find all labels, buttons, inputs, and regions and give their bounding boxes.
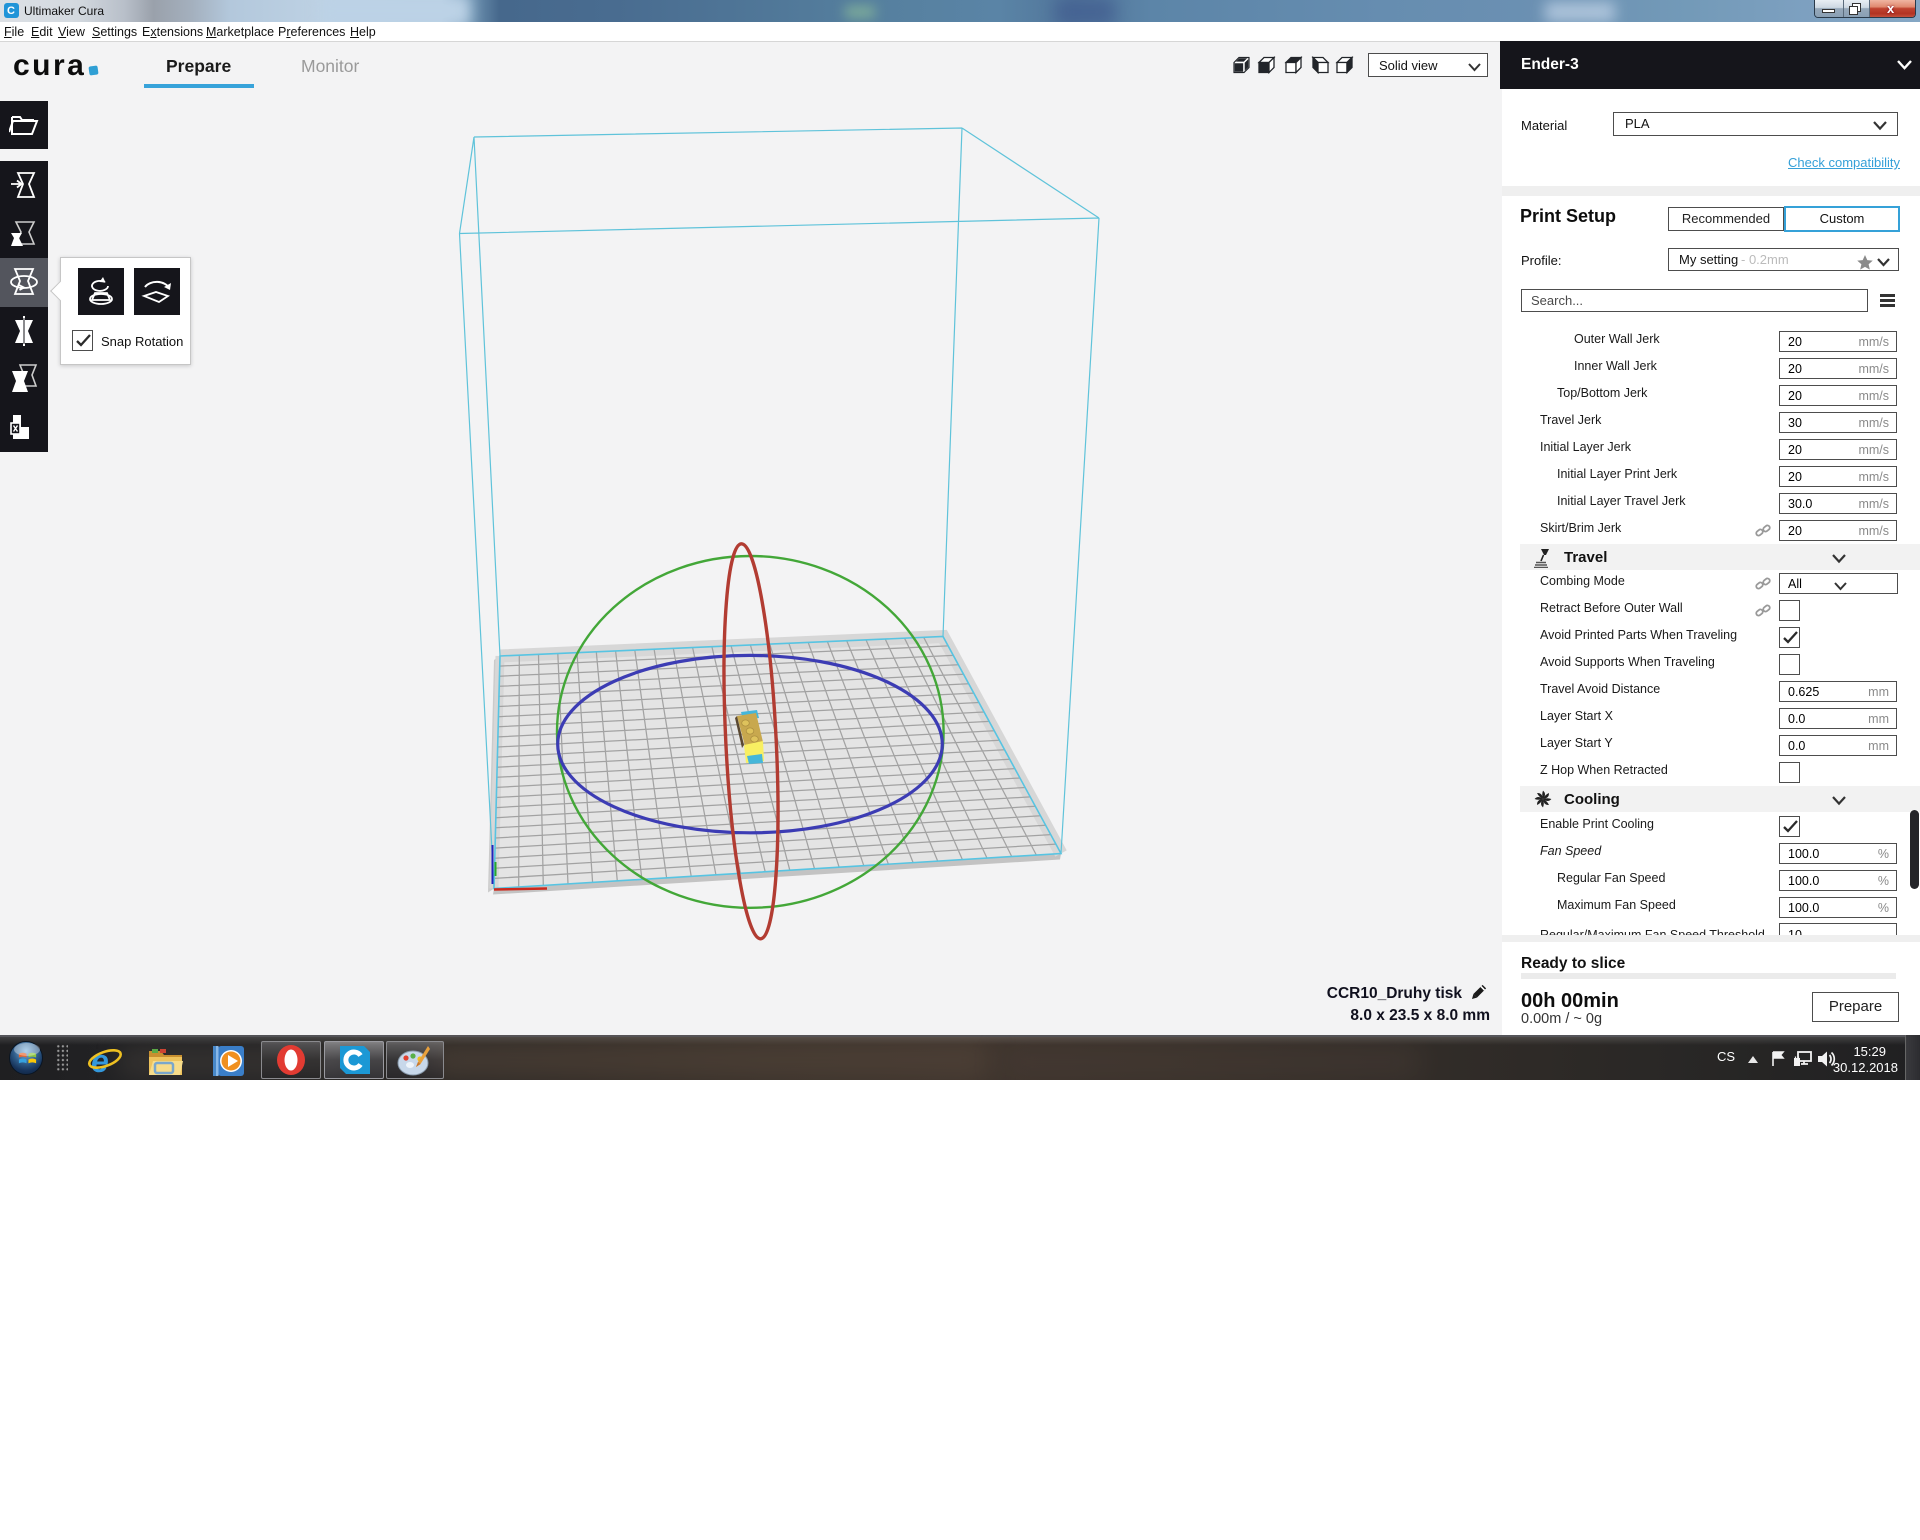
svg-text:e: e <box>91 1044 109 1078</box>
